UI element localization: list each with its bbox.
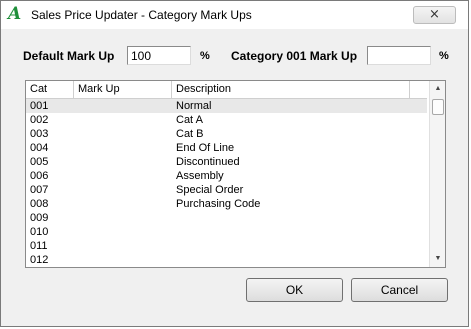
description-cell: Normal: [176, 100, 212, 112]
close-button[interactable]: ×: [413, 6, 456, 24]
default-markup-input[interactable]: [127, 46, 191, 65]
table-row[interactable]: 004 End Of Line: [26, 141, 427, 155]
cancel-button[interactable]: Cancel: [351, 278, 448, 302]
table-row[interactable]: 002 Cat A: [26, 113, 427, 127]
table-row[interactable]: 006 Assembly: [26, 169, 427, 183]
cat-cell: 004: [30, 142, 49, 154]
description-cell: Cat A: [176, 114, 203, 126]
cat-cell: 008: [30, 198, 49, 210]
table-row[interactable]: 005 Discontinued: [26, 155, 427, 169]
category-markup-input[interactable]: [367, 46, 431, 65]
dialog-window: A Sales Price Updater - Category Mark Up…: [0, 0, 469, 327]
description-cell: Assembly: [176, 170, 224, 182]
table-row[interactable]: 011: [26, 239, 427, 253]
description-cell: Discontinued: [176, 156, 240, 168]
table-row[interactable]: 009: [26, 211, 427, 225]
table-row[interactable]: 008 Purchasing Code: [26, 197, 427, 211]
cat-cell: 007: [30, 184, 49, 196]
cat-cell: 001: [30, 100, 49, 112]
description-cell: Cat B: [176, 128, 204, 140]
column-header-description[interactable]: Description: [172, 81, 410, 98]
column-header-markup[interactable]: Mark Up: [74, 81, 172, 98]
cat-cell: 006: [30, 170, 49, 182]
close-icon: ×: [429, 7, 440, 22]
category-grid[interactable]: Cat Mark Up Description 001 Normal 002 Cat …: [25, 80, 446, 268]
cat-cell: 009: [30, 212, 49, 224]
description-cell: Purchasing Code: [176, 198, 261, 210]
ok-button[interactable]: OK: [246, 278, 343, 302]
scroll-up-icon[interactable]: ▲: [430, 81, 445, 97]
cat-cell: 003: [30, 128, 49, 140]
vertical-scrollbar[interactable]: ▲ ▼: [429, 81, 445, 267]
category-markup-percent: %: [439, 50, 449, 62]
cat-cell: 011: [30, 240, 48, 252]
title-bar[interactable]: A Sales Price Updater - Category Mark Up…: [1, 1, 468, 29]
grid-header: Cat Mark Up Description: [26, 81, 427, 99]
table-row[interactable]: 001 Normal: [26, 99, 427, 113]
cat-cell: 002: [30, 114, 49, 126]
default-markup-label: Default Mark Up: [23, 49, 115, 63]
table-row[interactable]: 007 Special Order: [26, 183, 427, 197]
description-cell: End Of Line: [176, 142, 235, 154]
table-row[interactable]: 012: [26, 253, 427, 267]
category-markup-label: Category 001 Mark Up: [231, 49, 358, 63]
cat-cell: 012: [30, 254, 49, 266]
table-row[interactable]: 010: [26, 225, 427, 239]
cat-cell: 010: [30, 226, 49, 238]
scroll-down-icon[interactable]: ▼: [430, 251, 445, 267]
cat-cell: 005: [30, 156, 49, 168]
scroll-thumb[interactable]: [432, 99, 444, 115]
app-logo-icon: A: [8, 4, 22, 24]
default-markup-percent: %: [200, 50, 210, 62]
window-title: Sales Price Updater - Category Mark Ups: [31, 8, 252, 22]
column-header-cat[interactable]: Cat: [26, 81, 74, 98]
description-cell: Special Order: [176, 184, 244, 196]
table-row[interactable]: 003 Cat B: [26, 127, 427, 141]
